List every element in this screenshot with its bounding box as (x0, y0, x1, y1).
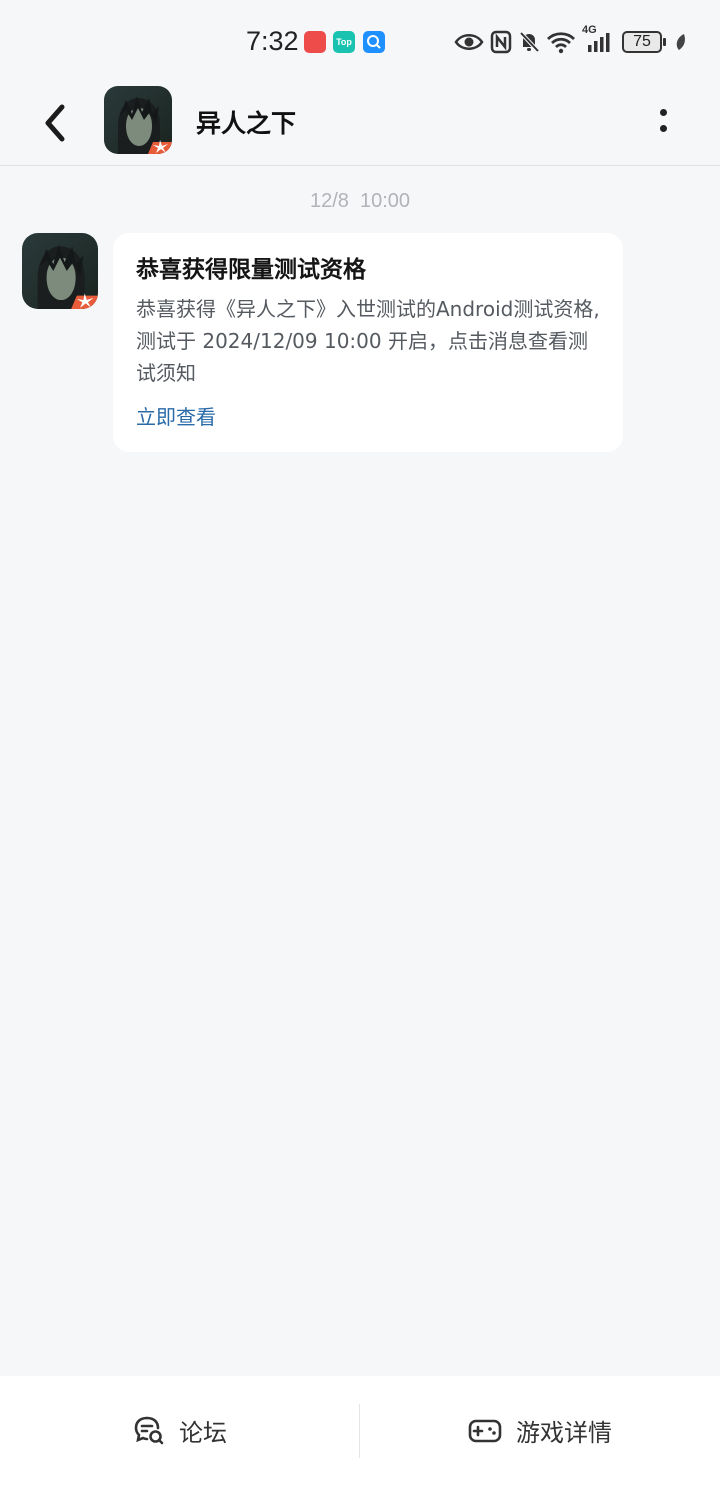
message-timestamp: 12/8 10:00 (309, 190, 411, 212)
forum-icon (134, 1416, 164, 1444)
message-card[interactable]: 恭喜获得限量测试资格 恭喜获得《异人之下》入世测试的Android测试资格,测试… (113, 233, 623, 452)
eye-icon (454, 31, 484, 53)
view-now-link[interactable]: 立即查看 (136, 401, 216, 430)
divider (359, 1404, 360, 1458)
game-details-button[interactable]: 游戏详情 (360, 1376, 720, 1485)
battery-icon: 75 (622, 31, 666, 53)
battery-level: 75 (622, 31, 666, 53)
chevron-left-icon (45, 104, 65, 142)
bell-off-icon (518, 30, 540, 54)
wifi-icon (546, 30, 576, 54)
sender-avatar[interactable] (22, 233, 98, 309)
network-type: 4G (582, 24, 597, 36)
nfc-icon (490, 30, 512, 54)
chat-header: 异人之下 (0, 84, 720, 166)
game-avatar-image (104, 86, 172, 154)
forum-button[interactable]: 论坛 (0, 1376, 360, 1485)
game-details-label: 游戏详情 (516, 1419, 612, 1447)
search-app-icon (363, 31, 385, 53)
sender-avatar-image (22, 233, 98, 309)
status-bar: 7:32 Top 4G 75 (0, 0, 720, 84)
bottom-bar: 论坛 游戏详情 (0, 1376, 720, 1485)
cellular-4g-icon: 4G (582, 24, 612, 54)
game-avatar[interactable] (104, 86, 172, 154)
message-body: 恭喜获得《异人之下》入世测试的Android测试资格,测试于 2024/12/0… (136, 297, 600, 385)
more-vertical-icon (659, 124, 667, 132)
huawei-app-icon (304, 31, 326, 53)
leaf-icon (674, 32, 688, 52)
more-vertical-icon (659, 108, 667, 116)
status-time: 7:32 (246, 26, 299, 56)
status-icons: 4G 75 (454, 24, 694, 56)
gamepad-icon (468, 1419, 502, 1442)
forum-label: 论坛 (179, 1419, 227, 1447)
top-app-icon: Top (333, 31, 355, 53)
back-button[interactable] (30, 98, 80, 148)
more-options-button[interactable] (648, 100, 678, 140)
message-title: 恭喜获得限量测试资格 (136, 257, 366, 283)
page-title: 异人之下 (196, 109, 297, 138)
